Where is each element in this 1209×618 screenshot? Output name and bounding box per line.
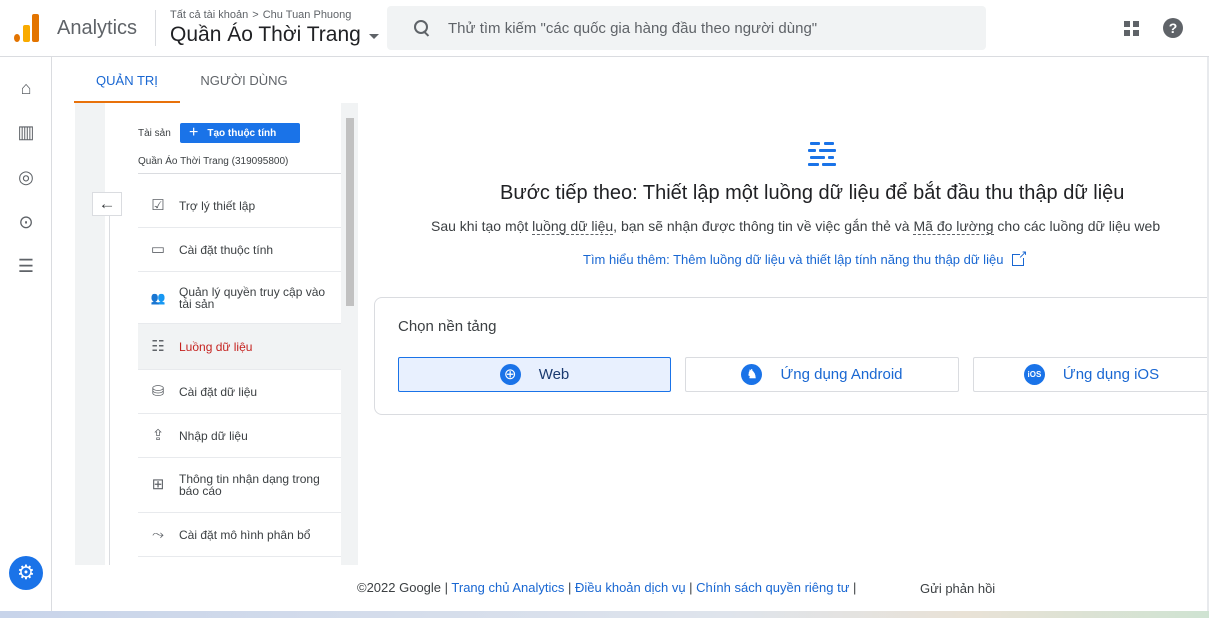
menu-item-label: Nhập dữ liệu: [179, 428, 248, 443]
analytics-logo-icon[interactable]: [14, 14, 40, 42]
footer-link-privacy[interactable]: Chính sách quyền riêng tư: [696, 580, 849, 595]
description-text: , bạn sẽ nhận được thông tin về việc gắn…: [613, 218, 914, 234]
platform-label: Ứng dụng iOS: [1062, 366, 1160, 383]
page-description: Sau khi tạo một luồng dữ liệu, bạn sẽ nh…: [431, 218, 1161, 235]
menu-item-property-settings[interactable]: ▭ Cài đặt thuộc tính: [138, 228, 341, 272]
platform-label: Web: [538, 366, 570, 383]
add-icon: +: [189, 124, 199, 141]
footer: ©2022 Google | Trang chủ Analytics | Điề…: [357, 580, 856, 595]
footer-link-terms[interactable]: Điều khoản dịch vụ: [575, 580, 686, 595]
data-streams-icon: [808, 140, 836, 168]
menu-item-setup-assistant[interactable]: ☑ Trợ lý thiết lập: [138, 184, 341, 228]
admin-settings-icon[interactable]: ⚙: [9, 556, 43, 590]
configure-icon[interactable]: ☰: [17, 257, 35, 275]
left-nav-rail: ⌂ ▥ ◎ ⊙ ☰ ⚙: [0, 57, 52, 618]
search-icon: [414, 20, 430, 36]
globe-icon: ⊕: [499, 364, 521, 385]
footer-separator: |: [564, 580, 575, 595]
divider: [155, 10, 156, 46]
term-measurement-id[interactable]: Mã đo lường: [913, 218, 994, 235]
setup-assistant-icon: ☑: [151, 196, 165, 214]
platform-card: [374, 297, 1209, 415]
open-in-new-icon: [1012, 248, 1027, 266]
access-management-icon: 👥: [150, 290, 166, 305]
description-text: Sau khi tạo một: [431, 218, 533, 234]
home-icon[interactable]: ⌂: [17, 79, 35, 97]
breadcrumb[interactable]: Tất cả tài khoản > Chu Tuan Phuong: [170, 9, 351, 21]
menu-item-reporting-identity[interactable]: ⊞ Thông tin nhận dạng trong báo cáo: [138, 458, 341, 513]
platform-card-title: Chọn nền tảng: [398, 318, 497, 335]
divider: [109, 215, 110, 565]
footer-separator: |: [849, 580, 857, 595]
platform-label: Ứng dụng Android: [780, 366, 903, 383]
app-name[interactable]: Analytics: [57, 17, 137, 40]
ios-icon: iOS: [1023, 364, 1045, 385]
reporting-identity-icon: ⊞: [151, 476, 165, 493]
property-picker-label: Quần Áo Thời Trang: [170, 23, 361, 46]
data-import-icon: ⇪: [151, 426, 165, 444]
create-property-label: Tạo thuộc tính: [207, 127, 277, 139]
menu-item-label: Cài đặt dữ liệu: [179, 384, 258, 399]
menu-item-label: Thông tin nhận dạng trong báo cáo: [179, 472, 320, 498]
description-text: cho các luồng dữ liệu web: [993, 218, 1161, 234]
property-settings-icon: ▭: [150, 240, 166, 258]
copyright: ©2022 Google: [357, 580, 442, 595]
footer-link-analytics-home[interactable]: Trang chủ Analytics: [451, 580, 564, 595]
property-name: Quần Áo Thời Trang (319095800): [138, 156, 289, 167]
chevron-down-icon: [368, 34, 379, 39]
attribution-settings-icon: ⤳: [151, 525, 164, 543]
arrow-back-icon: ←: [98, 194, 116, 213]
platform-ios-button[interactable]: iOS Ứng dụng iOS: [973, 357, 1209, 392]
top-app-bar: Analytics Tất cả tài khoản > Chu Tuan Phuo…: [0, 0, 1209, 57]
term-data-stream[interactable]: luồng dữ liệu: [532, 218, 614, 235]
explore-icon[interactable]: ◎: [17, 168, 35, 186]
taskbar-strip: [0, 611, 1209, 618]
menu-item-data-import[interactable]: ⇪ Nhập dữ liệu: [138, 414, 341, 458]
search-bar[interactable]: [387, 6, 986, 50]
platform-web-button[interactable]: ⊕ Web: [398, 357, 671, 392]
menu-item-label: Luồng dữ liệu: [179, 339, 253, 354]
menu-item-attribution-settings[interactable]: ⤳ Cài đặt mô hình phân bổ: [138, 513, 341, 557]
search-input[interactable]: [448, 19, 968, 37]
footer-separator: |: [685, 580, 697, 595]
menu-item-label: Cài đặt thuộc tính: [179, 242, 274, 257]
menu-item-label: Cài đặt mô hình phân bổ: [179, 527, 311, 542]
menu-item-access-management[interactable]: 👥 Quản lý quyền truy cập vào tài sản: [138, 272, 341, 324]
apps-grid-icon[interactable]: [1124, 21, 1139, 36]
breadcrumb-separator: >: [252, 9, 259, 21]
platform-android-button[interactable]: ♞ Ứng dụng Android: [685, 357, 959, 392]
menu-item-data-settings[interactable]: ⛁ Cài đặt dữ liệu: [138, 370, 341, 414]
learn-more-link[interactable]: Tìm hiểu thêm: Thêm luồng dữ liệu và thi…: [583, 248, 1027, 268]
tab-admin[interactable]: QUẢN TRỊ: [74, 58, 180, 103]
breadcrumb-all-accounts[interactable]: Tất cả tài khoản: [170, 9, 248, 21]
learn-more-label: Tìm hiểu thêm: Thêm luồng dữ liệu và thi…: [583, 252, 1004, 267]
send-feedback-link[interactable]: Gửi phản hồi: [920, 581, 995, 596]
data-settings-icon: ⛁: [151, 382, 165, 400]
divider: [138, 173, 341, 174]
scrollbar[interactable]: [346, 118, 354, 306]
property-picker[interactable]: Quần Áo Thời Trang: [170, 23, 379, 47]
page-heading: Bước tiếp theo: Thiết lập một luồng dữ l…: [500, 182, 1125, 204]
menu-item-label: Quản lý quyền truy cập vào tài sản: [179, 284, 326, 311]
asset-label: Tài sản: [138, 128, 171, 139]
advertising-icon[interactable]: ⊙: [17, 213, 35, 231]
back-button[interactable]: ←: [92, 192, 122, 216]
footer-separator: |: [441, 580, 452, 595]
android-icon: ♞: [741, 364, 763, 385]
tab-users[interactable]: NGƯỜI DÙNG: [194, 58, 294, 103]
help-icon[interactable]: ?: [1163, 18, 1183, 38]
reports-icon[interactable]: ▥: [17, 123, 35, 141]
menu-item-label: Trợ lý thiết lập: [179, 198, 256, 213]
breadcrumb-account[interactable]: Chu Tuan Phuong: [263, 9, 352, 21]
data-streams-icon: ☷: [151, 337, 165, 355]
menu-item-data-streams[interactable]: ☷ Luồng dữ liệu: [138, 324, 341, 370]
create-property-button[interactable]: + Tạo thuộc tính: [180, 123, 300, 143]
